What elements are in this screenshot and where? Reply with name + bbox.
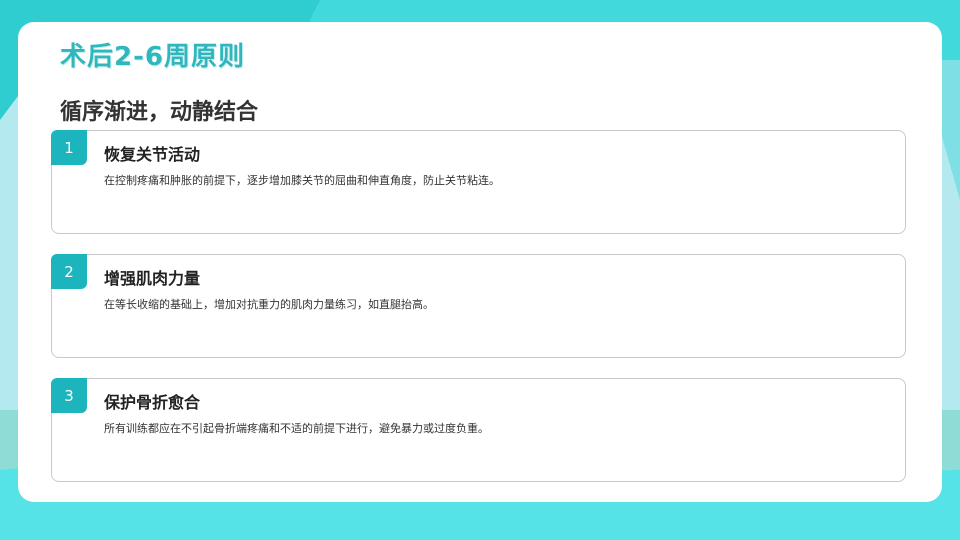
principle-card-3: 3 保护骨折愈合 所有训练都应在不引起骨折端疼痛和不适的前提下进行，避免暴力或过… — [51, 378, 906, 482]
card-title: 增强肌肉力量 — [104, 269, 201, 288]
card-title: 恢复关节活动 — [104, 145, 201, 164]
number-badge: 3 — [51, 378, 87, 413]
card-description: 在控制疼痛和肿胀的前提下，逐步增加膝关节的屈曲和伸直角度，防止关节粘连。 — [104, 174, 500, 187]
principle-card-1: 1 恢复关节活动 在控制疼痛和肿胀的前提下，逐步增加膝关节的屈曲和伸直角度，防止… — [51, 130, 906, 234]
number-badge: 1 — [51, 130, 87, 165]
card-title: 保护骨折愈合 — [104, 393, 201, 412]
page-title: 术后2-6周原则 — [60, 42, 245, 72]
principle-card-2: 2 增强肌肉力量 在等长收缩的基础上，增加对抗重力的肌肉力量练习，如直腿抬高。 — [51, 254, 906, 358]
page-subtitle: 循序渐进，动静结合 — [60, 100, 259, 125]
number-badge: 2 — [51, 254, 87, 289]
card-description: 在等长收缩的基础上，增加对抗重力的肌肉力量练习，如直腿抬高。 — [104, 298, 434, 311]
card-description: 所有训练都应在不引起骨折端疼痛和不适的前提下进行，避免暴力或过度负重。 — [104, 422, 489, 435]
